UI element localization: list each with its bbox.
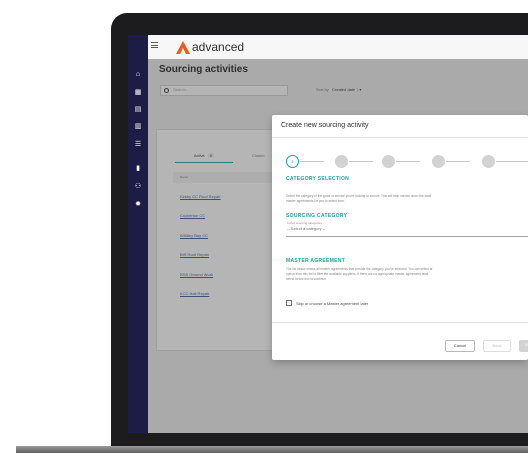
category-selection-heading: CATEGORY SELECTION — [286, 176, 350, 182]
step-connector — [496, 161, 528, 162]
laptop-mockup: ⌂ ▦ ▤ ▥ ☰ ▮ ⚇ ✹ advanced Sourcing activi… — [0, 0, 528, 453]
sourcing-category-heading: SOURCING CATEGORY — [286, 213, 348, 219]
next-button[interactable]: Next — [519, 340, 528, 352]
step-dot — [432, 155, 445, 168]
dashboard-icon[interactable]: ▦ — [134, 89, 142, 97]
briefcase-icon[interactable]: ▥ — [134, 123, 142, 131]
document-icon[interactable]: ▤ — [134, 106, 142, 114]
back-button[interactable]: Back — [483, 340, 511, 352]
step-dot — [335, 155, 348, 168]
step-dot — [482, 155, 495, 168]
create-sourcing-activity-modal: Create new sourcing activity 1 CATEGORY … — [272, 115, 528, 360]
master-agreement-description: The list below shows all master agreemen… — [286, 267, 433, 281]
list-icon[interactable]: ☰ — [134, 141, 142, 149]
step-connector — [349, 161, 373, 162]
select-underline — [286, 236, 528, 237]
modal-header-divider — [272, 137, 528, 138]
brand-logo: advanced — [176, 39, 244, 55]
app-screen: ⌂ ▦ ▤ ▥ ☰ ▮ ⚇ ✹ advanced Sourcing activi… — [128, 35, 528, 433]
step-dot — [382, 155, 395, 168]
top-bar: advanced — [148, 35, 528, 59]
sidebar: ⌂ ▦ ▤ ▥ ☰ ▮ ⚇ ✹ — [128, 35, 148, 433]
brand-mark-icon — [176, 40, 190, 54]
skip-master-agreement-checkbox[interactable] — [286, 300, 292, 306]
sourcing-category-field-label: List of sourcing categories — [287, 221, 322, 225]
master-agreement-heading: MASTER AGREEMENT — [286, 258, 346, 264]
home-icon[interactable]: ⌂ — [134, 71, 142, 79]
brand-name: advanced — [192, 40, 245, 54]
menu-icon[interactable] — [151, 42, 158, 48]
step-connector — [300, 161, 324, 162]
cancel-button[interactable]: Cancel — [445, 340, 475, 352]
analytics-icon[interactable]: ▮ — [134, 165, 142, 173]
step-connector — [446, 161, 470, 162]
step-current: 1 — [286, 155, 299, 168]
modal-footer-divider — [272, 322, 528, 323]
settings-icon[interactable]: ✹ — [134, 201, 142, 209]
category-selection-description: Select the category of the good or servi… — [286, 194, 432, 203]
step-connector — [396, 161, 420, 162]
users-icon[interactable]: ⚇ — [134, 183, 142, 191]
laptop-base — [16, 446, 528, 453]
skip-master-agreement-label: Skip or choose a Master agreement later — [296, 301, 369, 306]
sourcing-category-select[interactable]: -- Select a category -- — [287, 226, 325, 231]
modal-title: Create new sourcing activity — [281, 122, 369, 129]
